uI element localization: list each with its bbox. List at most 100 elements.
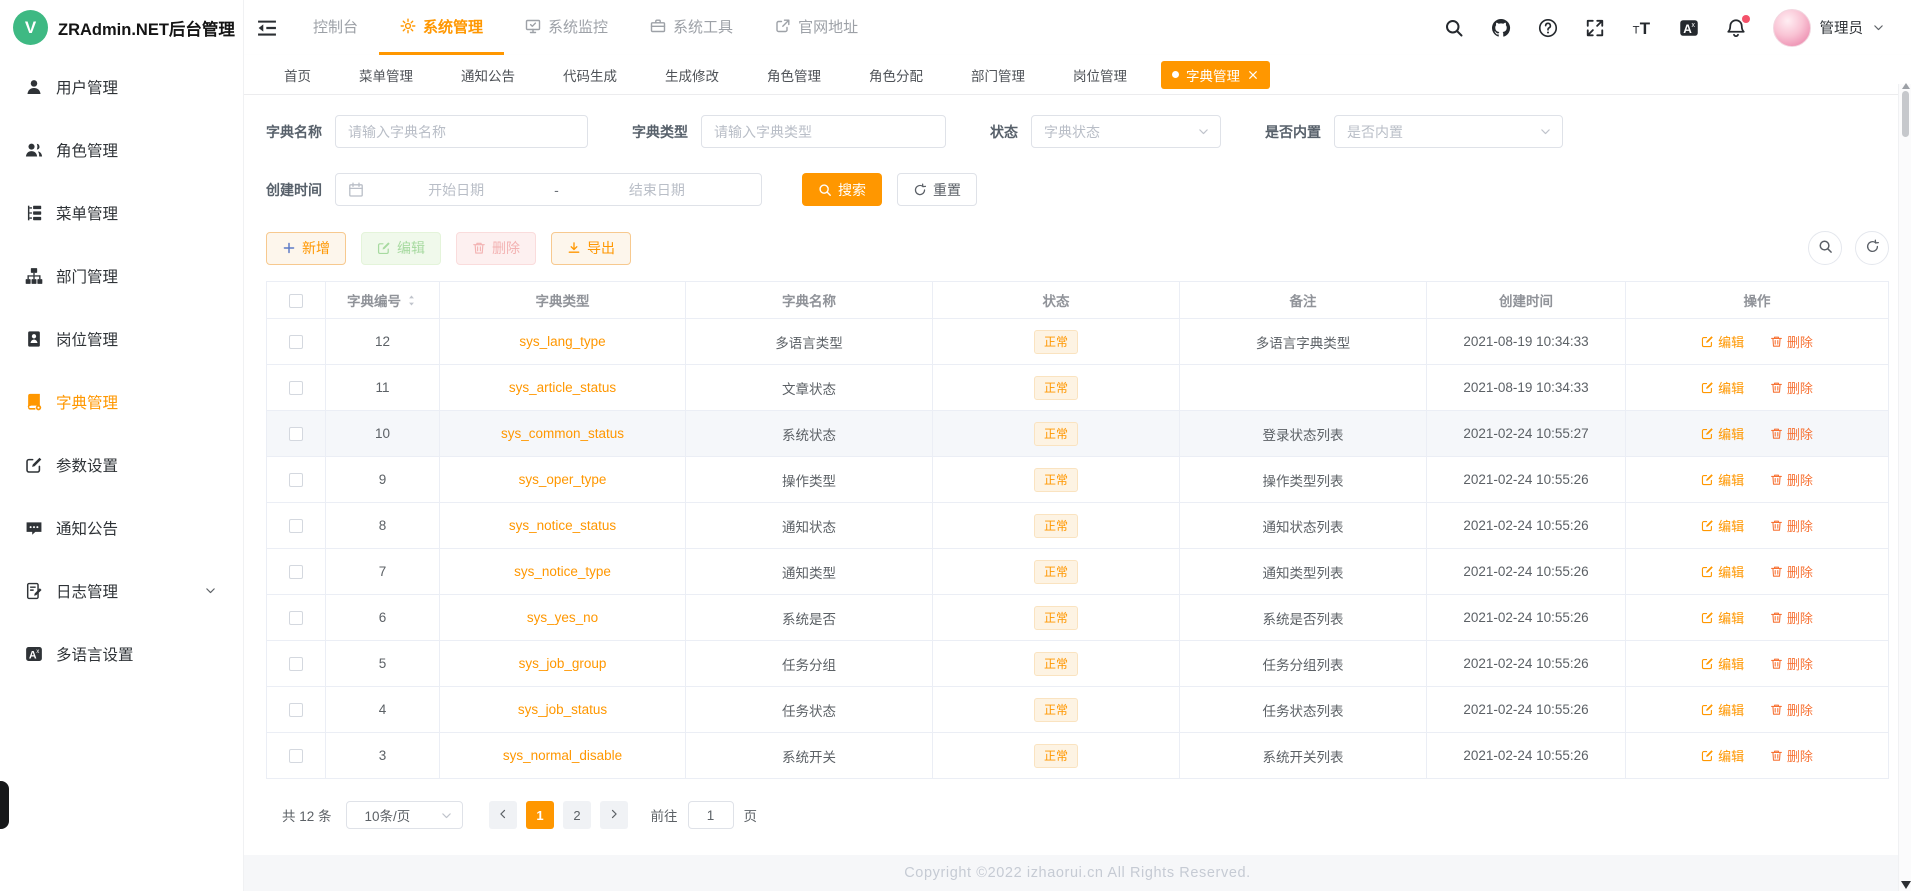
row-edit-button[interactable]: 编辑: [1701, 700, 1744, 719]
close-icon[interactable]: [1247, 69, 1259, 81]
row-checkbox[interactable]: [289, 703, 303, 718]
dict-type-link[interactable]: sys_notice_type: [514, 564, 611, 579]
sidebar-item[interactable]: 菜单管理: [0, 181, 243, 244]
show-search-toggle-button[interactable]: [1808, 231, 1842, 265]
row-edit-button[interactable]: 编辑: [1701, 470, 1744, 489]
dict-type-link[interactable]: sys_oper_type: [519, 472, 607, 487]
add-button[interactable]: 新增: [266, 231, 346, 265]
dict-type-link[interactable]: sys_job_status: [518, 702, 607, 717]
dict-type-link[interactable]: sys_yes_no: [527, 610, 598, 625]
dict-name-input[interactable]: [335, 115, 588, 148]
row-delete-button[interactable]: 删除: [1770, 608, 1813, 627]
search-button[interactable]: 搜索: [802, 173, 882, 206]
tab[interactable]: 角色管理: [743, 61, 845, 89]
next-page-button[interactable]: [600, 801, 629, 829]
scrollbar-thumb[interactable]: [1902, 91, 1909, 137]
sidebar-item[interactable]: 参数设置: [0, 433, 243, 496]
sidebar-item[interactable]: Ax 多语言设置: [0, 622, 243, 685]
topnav-item[interactable]: 官网地址: [754, 0, 879, 55]
prev-page-button[interactable]: [489, 801, 518, 829]
row-checkbox[interactable]: [289, 565, 303, 580]
tab[interactable]: 菜单管理: [335, 61, 437, 89]
row-checkbox[interactable]: [289, 657, 303, 672]
delete-button[interactable]: 删除: [456, 231, 536, 265]
refresh-table-button[interactable]: [1855, 231, 1889, 265]
row-delete-button[interactable]: 删除: [1770, 332, 1813, 351]
row-delete-button[interactable]: 删除: [1770, 516, 1813, 535]
dict-type-link[interactable]: sys_job_group: [519, 656, 607, 671]
app-logo[interactable]: V ZRAdmin.NET后台管理: [0, 0, 243, 55]
edit-button[interactable]: 编辑: [361, 231, 441, 265]
row-checkbox[interactable]: [289, 749, 303, 764]
tab[interactable]: 首页: [260, 61, 335, 89]
topnav-item[interactable]: 控制台: [292, 0, 379, 55]
row-edit-button[interactable]: 编辑: [1701, 424, 1744, 443]
vertical-scrollbar[interactable]: [1898, 83, 1911, 891]
row-edit-button[interactable]: 编辑: [1701, 332, 1744, 351]
dict-type-link[interactable]: sys_common_status: [501, 426, 624, 441]
row-checkbox[interactable]: [289, 473, 303, 488]
reset-button[interactable]: 重置: [897, 173, 977, 206]
row-delete-button[interactable]: 删除: [1770, 562, 1813, 581]
select-all-checkbox[interactable]: [289, 293, 303, 308]
topnav-item[interactable]: 系统监控: [504, 0, 629, 55]
dict-type-link[interactable]: sys_article_status: [509, 380, 616, 395]
scroll-up-arrow[interactable]: [1902, 83, 1910, 89]
row-edit-button[interactable]: 编辑: [1701, 608, 1744, 627]
row-delete-button[interactable]: 删除: [1770, 378, 1813, 397]
font-size-icon[interactable]: TT: [1632, 18, 1652, 38]
row-checkbox[interactable]: [289, 335, 303, 350]
export-button[interactable]: 导出: [551, 231, 631, 265]
sidebar-item[interactable]: 通知公告: [0, 496, 243, 559]
page-size-select[interactable]: 10条/页: [345, 801, 463, 829]
notification-bell[interactable]: [1726, 14, 1750, 38]
row-delete-button[interactable]: 删除: [1770, 424, 1813, 443]
sidebar-item[interactable]: 用户管理: [0, 55, 243, 118]
language-icon[interactable]: Ax: [1679, 18, 1699, 38]
page-number-button[interactable]: 2: [563, 801, 592, 829]
sidebar-item[interactable]: 部门管理: [0, 244, 243, 307]
tab[interactable]: 通知公告: [437, 61, 539, 89]
row-checkbox[interactable]: [289, 611, 303, 626]
date-range-picker[interactable]: 开始日期 - 结束日期: [335, 173, 762, 206]
help-icon[interactable]: [1538, 18, 1558, 38]
tab[interactable]: 岗位管理: [1049, 61, 1151, 89]
sort-icon[interactable]: [405, 294, 418, 307]
scroll-down-arrow[interactable]: [1901, 881, 1911, 889]
sidebar-drag-handle[interactable]: [0, 781, 9, 829]
sidebar-item[interactable]: 字典管理: [0, 370, 243, 433]
page-number-button[interactable]: 1: [526, 801, 555, 829]
goto-page-input[interactable]: [687, 801, 734, 829]
user-menu[interactable]: 管理员: [1772, 8, 1886, 47]
collapse-sidebar-button[interactable]: [256, 17, 278, 39]
tab[interactable]: 生成修改: [641, 61, 743, 89]
topnav-item[interactable]: 系统管理: [379, 0, 505, 55]
dict-type-input[interactable]: [701, 115, 946, 148]
row-edit-button[interactable]: 编辑: [1701, 654, 1744, 673]
row-checkbox[interactable]: [289, 519, 303, 534]
search-icon[interactable]: [1444, 18, 1464, 38]
row-edit-button[interactable]: 编辑: [1701, 516, 1744, 535]
fullscreen-icon[interactable]: [1585, 18, 1605, 38]
row-delete-button[interactable]: 删除: [1770, 746, 1813, 765]
status-select[interactable]: 字典状态: [1031, 115, 1221, 148]
topnav-item[interactable]: 系统工具: [629, 0, 754, 55]
row-edit-button[interactable]: 编辑: [1701, 562, 1744, 581]
row-checkbox[interactable]: [289, 381, 303, 396]
row-delete-button[interactable]: 删除: [1770, 700, 1813, 719]
tab[interactable]: 角色分配: [845, 61, 947, 89]
row-delete-button[interactable]: 删除: [1770, 654, 1813, 673]
dict-type-link[interactable]: sys_notice_status: [509, 518, 616, 533]
sidebar-item[interactable]: 角色管理: [0, 118, 243, 181]
dict-type-link[interactable]: sys_lang_type: [519, 334, 605, 349]
row-delete-button[interactable]: 删除: [1770, 470, 1813, 489]
tab[interactable]: 部门管理: [947, 61, 1049, 89]
dict-type-link[interactable]: sys_normal_disable: [503, 748, 622, 763]
tab[interactable]: 代码生成: [539, 61, 641, 89]
github-icon[interactable]: [1491, 18, 1511, 38]
row-checkbox[interactable]: [289, 427, 303, 442]
sidebar-item[interactable]: 岗位管理: [0, 307, 243, 370]
column-dict-id[interactable]: 字典编号: [325, 281, 440, 319]
builtin-select[interactable]: 是否内置: [1334, 115, 1563, 148]
sidebar-item[interactable]: 日志管理: [0, 559, 243, 622]
